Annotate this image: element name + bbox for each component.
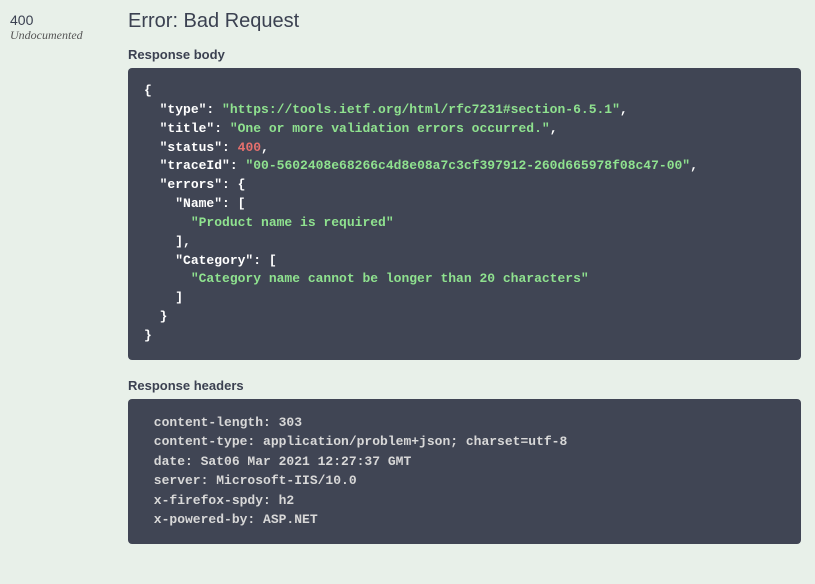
- json-key: "errors": [160, 177, 222, 192]
- undocumented-label: Undocumented: [10, 28, 128, 43]
- json-value: "Product name is required": [191, 215, 394, 230]
- header-line: content-type: application/problem+json; …: [146, 434, 575, 449]
- header-line: date: Sat06 Mar 2021 12:27:37 GMT: [146, 454, 419, 469]
- json-key: "Name": [175, 196, 222, 211]
- response-content: Error: Bad Request Response body { "type…: [128, 10, 815, 544]
- json-value: "https://tools.ietf.org/html/rfc7231#sec…: [222, 102, 620, 117]
- json-key: "title": [160, 121, 215, 136]
- json-key: "type": [160, 102, 207, 117]
- error-title: Error: Bad Request: [128, 10, 801, 33]
- json-key: "traceId": [160, 158, 230, 173]
- status-column: 400 Undocumented: [10, 10, 128, 544]
- http-status-code: 400: [10, 12, 128, 28]
- response-body-block[interactable]: { "type": "https://tools.ietf.org/html/r…: [128, 68, 801, 360]
- header-line: server: Microsoft-IIS/10.0: [146, 473, 364, 488]
- json-key: "status": [160, 140, 222, 155]
- json-value: "Category name cannot be longer than 20 …: [191, 271, 589, 286]
- json-value: "00-5602408e68266c4d8e08a7c3cf397912-260…: [245, 158, 690, 173]
- header-line: content-length: 303: [146, 415, 310, 430]
- json-value: 400: [238, 140, 261, 155]
- response-headers-label: Response headers: [128, 378, 801, 393]
- json-key: "Category": [175, 253, 253, 268]
- header-line: x-powered-by: ASP.NET: [146, 512, 325, 527]
- header-line: x-firefox-spdy: h2: [146, 493, 302, 508]
- response-panel: 400 Undocumented Error: Bad Request Resp…: [0, 0, 815, 584]
- json-value: "One or more validation errors occurred.…: [230, 121, 550, 136]
- response-headers-block[interactable]: content-length: 303 content-type: applic…: [128, 399, 801, 544]
- response-body-label: Response body: [128, 47, 801, 62]
